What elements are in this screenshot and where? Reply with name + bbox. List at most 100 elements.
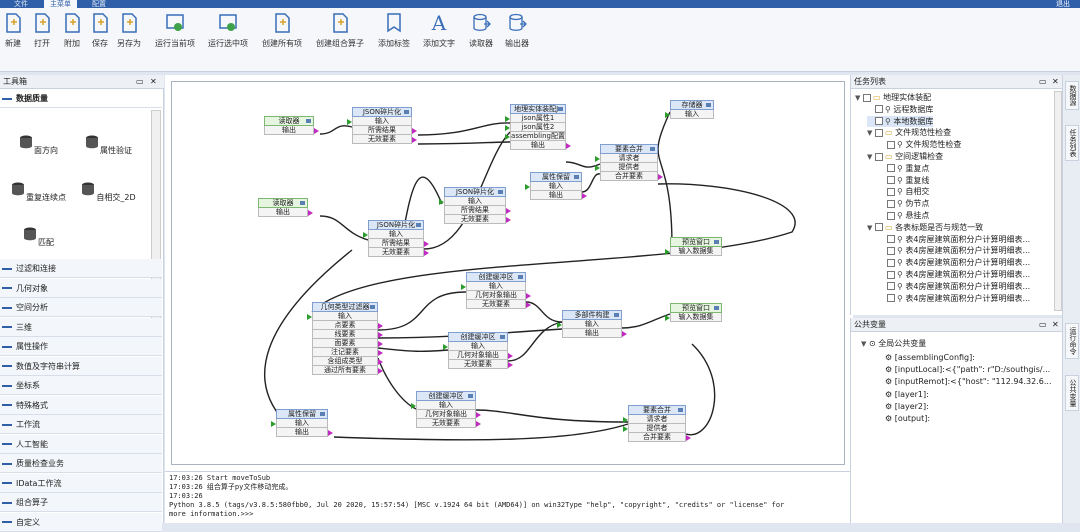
expand-icon[interactable]: ▼	[867, 152, 875, 163]
group-data-quality[interactable]: 数据质量	[0, 89, 162, 108]
node-title[interactable]: 创建缓冲区	[416, 391, 476, 401]
task-item[interactable]: ▼ ▭ 地理实体装配	[855, 92, 931, 103]
run-current-button[interactable]: 运行当前项	[155, 12, 195, 62]
node-port[interactable]: 请求者	[623, 415, 686, 424]
workflow-node[interactable]: 创建缓冲区 输入 几何对象输出 无效要素	[411, 391, 481, 428]
task-item[interactable]: ⚲ 重复线	[879, 175, 929, 186]
task-checkbox[interactable]	[887, 176, 895, 185]
side-tab[interactable]: 数据源	[1065, 81, 1079, 110]
task-checkbox[interactable]	[875, 105, 883, 114]
task-item[interactable]: ⚲ 悬挂点	[879, 210, 929, 221]
toolbox-group[interactable]: 几何对象	[0, 278, 162, 298]
task-item[interactable]: ⚲ 文件规范性检查	[879, 139, 961, 150]
task-checkbox[interactable]	[887, 258, 895, 267]
task-checkbox[interactable]	[887, 294, 895, 303]
node-port[interactable]: 输入	[363, 230, 424, 239]
node-port[interactable]: 输入	[665, 110, 714, 119]
node-port[interactable]: 无效要素	[416, 419, 481, 428]
node-port[interactable]: 输入数据集	[665, 247, 722, 256]
node-title[interactable]: 要素合并	[628, 405, 686, 415]
workflow-node[interactable]: 预览窗口 输入数据集	[665, 303, 722, 322]
task-item[interactable]: ⚲ 表4房屋建筑面积分户计算明细表...	[879, 269, 1030, 280]
toolbox-group[interactable]: 质量检查业务	[0, 454, 162, 473]
node-title[interactable]: 创建缓冲区	[448, 332, 508, 342]
node-port[interactable]: 提供者	[595, 163, 658, 172]
side-tab[interactable]: 运行命令	[1065, 323, 1079, 359]
node-port[interactable]: 输出	[264, 126, 319, 135]
side-tab[interactable]: 公共变量	[1065, 375, 1079, 411]
variable-item[interactable]: ⚙ [assemblingConfig]:	[885, 352, 975, 364]
run-selected-button[interactable]: 运行选中项	[208, 12, 248, 62]
workflow-node[interactable]: JSON碎片化 输入 所需结果 无效要素	[439, 187, 511, 224]
task-checkbox[interactable]	[887, 235, 895, 244]
task-item[interactable]: ⚲ 表4房屋建筑面积分户计算明细表...	[879, 257, 1030, 268]
variable-item[interactable]: ⚙ [inputLocal]:<{"path": r"D:/southgis/.…	[885, 364, 1050, 376]
create-all-button[interactable]: 创建所有项	[262, 12, 302, 62]
workflow-node[interactable]: 读取器 输出	[258, 198, 313, 217]
task-item[interactable]: ⚲ 表4房屋建筑面积分户计算明细表...	[879, 281, 1030, 292]
node-port[interactable]: 输入	[443, 342, 508, 351]
node-port[interactable]: 所需结果	[368, 239, 429, 248]
task-checkbox[interactable]	[887, 211, 895, 220]
task-checkbox[interactable]	[887, 140, 895, 149]
save-button[interactable]: 保存	[90, 12, 110, 62]
node-title[interactable]: JSON碎片化	[368, 220, 424, 230]
task-checkbox[interactable]	[887, 187, 895, 196]
reader-button[interactable]: 读取器	[469, 12, 493, 62]
expand-icon[interactable]: ▼	[867, 128, 875, 139]
open-button[interactable]: 打开	[32, 12, 52, 62]
expand-icon[interactable]: ▼	[867, 223, 875, 234]
toolbox-group[interactable]: 组合算子	[0, 493, 162, 512]
node-port[interactable]: 无效要素	[368, 248, 429, 257]
tool-duplicate-points[interactable]: 重复连续点	[8, 182, 68, 203]
tool-match[interactable]: 匹配	[8, 227, 68, 248]
node-port[interactable]: 含组成类型	[312, 357, 383, 366]
node-port[interactable]: 无效要素	[466, 300, 531, 309]
create-combo-button[interactable]: 创建组合算子	[316, 12, 364, 62]
node-title[interactable]: 存储器	[670, 100, 714, 110]
node-title[interactable]: 属性保留	[530, 172, 582, 182]
node-port[interactable]: 通过所有要素	[312, 366, 383, 375]
new-button[interactable]: 新建	[3, 12, 23, 62]
node-title[interactable]: 多部件构建	[562, 310, 622, 320]
node-port[interactable]: 合并要素	[600, 172, 663, 181]
node-port[interactable]: 输出	[276, 428, 333, 437]
menu-tab-file[interactable]: 文件	[8, 0, 34, 8]
node-title[interactable]: 要素合并	[600, 144, 658, 154]
task-scrollbar[interactable]	[1054, 91, 1062, 311]
workflow-node[interactable]: 创建缓冲区 输入 几何对象输出 无效要素	[461, 272, 531, 309]
workflow-node[interactable]: 地理实体装配Js json属性1 json属性2 assembling配置 输出	[505, 104, 571, 150]
workflow-node[interactable]: 创建缓冲区 输入 几何对象输出 无效要素	[443, 332, 513, 369]
pin-icon[interactable]: ▭	[1039, 318, 1047, 332]
node-port[interactable]: 输出	[510, 141, 571, 150]
workflow-node[interactable]: 属性保留 输入 输出	[525, 172, 587, 200]
node-port[interactable]: 输出	[562, 329, 627, 338]
task-item[interactable]: ⚲ 远程数据库	[867, 104, 933, 115]
node-port[interactable]: 请求者	[595, 154, 658, 163]
task-checkbox[interactable]	[875, 152, 883, 161]
task-item[interactable]: ⚲ 表4房屋建筑面积分户计算明细表...	[879, 234, 1030, 245]
workflow-node[interactable]: 预览窗口 输入数据集	[665, 237, 722, 256]
toolbox-group[interactable]: 属性操作	[0, 337, 162, 356]
node-port[interactable]: 面要素	[312, 339, 383, 348]
task-item[interactable]: ⚲ 重复点	[879, 163, 929, 174]
node-port[interactable]: 几何对象输出	[466, 291, 531, 300]
node-title[interactable]: JSON碎片化	[444, 187, 506, 197]
node-port[interactable]: 无效要素	[352, 135, 417, 144]
node-title[interactable]: 预览窗口	[670, 303, 722, 313]
exit-button[interactable]: 退出	[1056, 0, 1070, 8]
side-tab[interactable]: 任务列表	[1065, 125, 1079, 161]
toolbox-group[interactable]: 三维	[0, 317, 162, 337]
task-checkbox[interactable]	[875, 117, 883, 126]
toolbox-group[interactable]: 人工智能	[0, 434, 162, 454]
node-port[interactable]: 输入	[525, 182, 582, 191]
workflow-node[interactable]: JSON碎片化 输入 所需结果 无效要素	[363, 220, 429, 257]
workflow-node[interactable]: 要素合并 请求者 提供者 合并要素	[623, 405, 691, 442]
variable-item[interactable]: ⚙ [layer2]:	[885, 401, 929, 413]
task-item[interactable]: ▼ ▭ 空间逻辑检查	[867, 151, 943, 162]
toolbox-group[interactable]: 数值及字符串计算	[0, 356, 162, 376]
node-title[interactable]: 几何类型过滤器	[312, 302, 378, 312]
close-icon[interactable]: ✕	[150, 75, 157, 89]
node-title[interactable]: 读取器	[258, 198, 308, 208]
workflow-node[interactable]: 多部件构建 输入 输出	[557, 310, 627, 338]
